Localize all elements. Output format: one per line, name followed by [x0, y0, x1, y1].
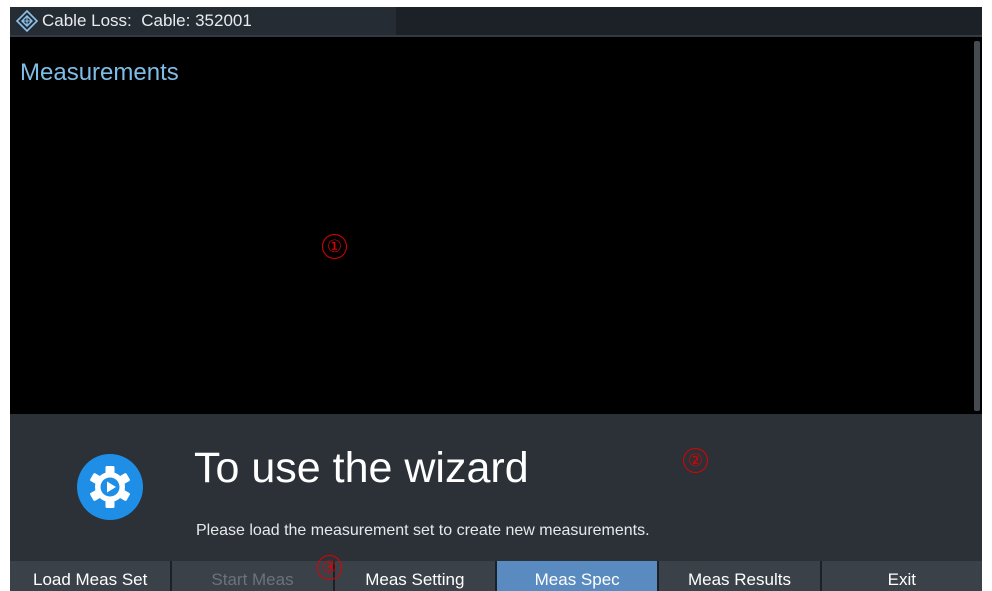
wizard-heading: To use the wizard: [194, 444, 529, 492]
load-meas-set-button[interactable]: Load Meas Set: [10, 561, 171, 591]
title-bar-status-area: [396, 7, 982, 35]
measurements-panel: Measurements: [10, 37, 972, 414]
start-meas-button[interactable]: Start Meas: [172, 561, 333, 591]
exit-button[interactable]: Exit: [821, 561, 982, 591]
meas-results-button[interactable]: Meas Results: [659, 561, 820, 591]
callout-1: ①: [322, 234, 347, 259]
callout-2: ②: [683, 448, 708, 473]
wizard-message: Please load the measurement set to creat…: [196, 522, 650, 539]
wizard-panel: To use the wizard Please load the measur…: [10, 414, 982, 561]
softkey-bar: Load Meas Set Start Meas Meas Setting Me…: [10, 561, 982, 591]
callout-3: ③: [317, 555, 342, 580]
title-bar: Cable Loss: Cable: 352001: [10, 7, 982, 35]
instrument-screen: Cable Loss: Cable: 352001 Measurements ①…: [10, 7, 982, 591]
measurements-heading: Measurements: [20, 59, 179, 86]
meas-setting-button[interactable]: Meas Setting: [334, 561, 495, 591]
scrollbar-thumb[interactable]: [974, 41, 980, 411]
rohde-schwarz-logo-icon: [16, 10, 38, 32]
window-title: Cable Loss: Cable: 352001: [42, 11, 252, 30]
wizard-gear-play-icon[interactable]: [77, 454, 143, 520]
meas-spec-button[interactable]: Meas Spec: [496, 561, 658, 591]
